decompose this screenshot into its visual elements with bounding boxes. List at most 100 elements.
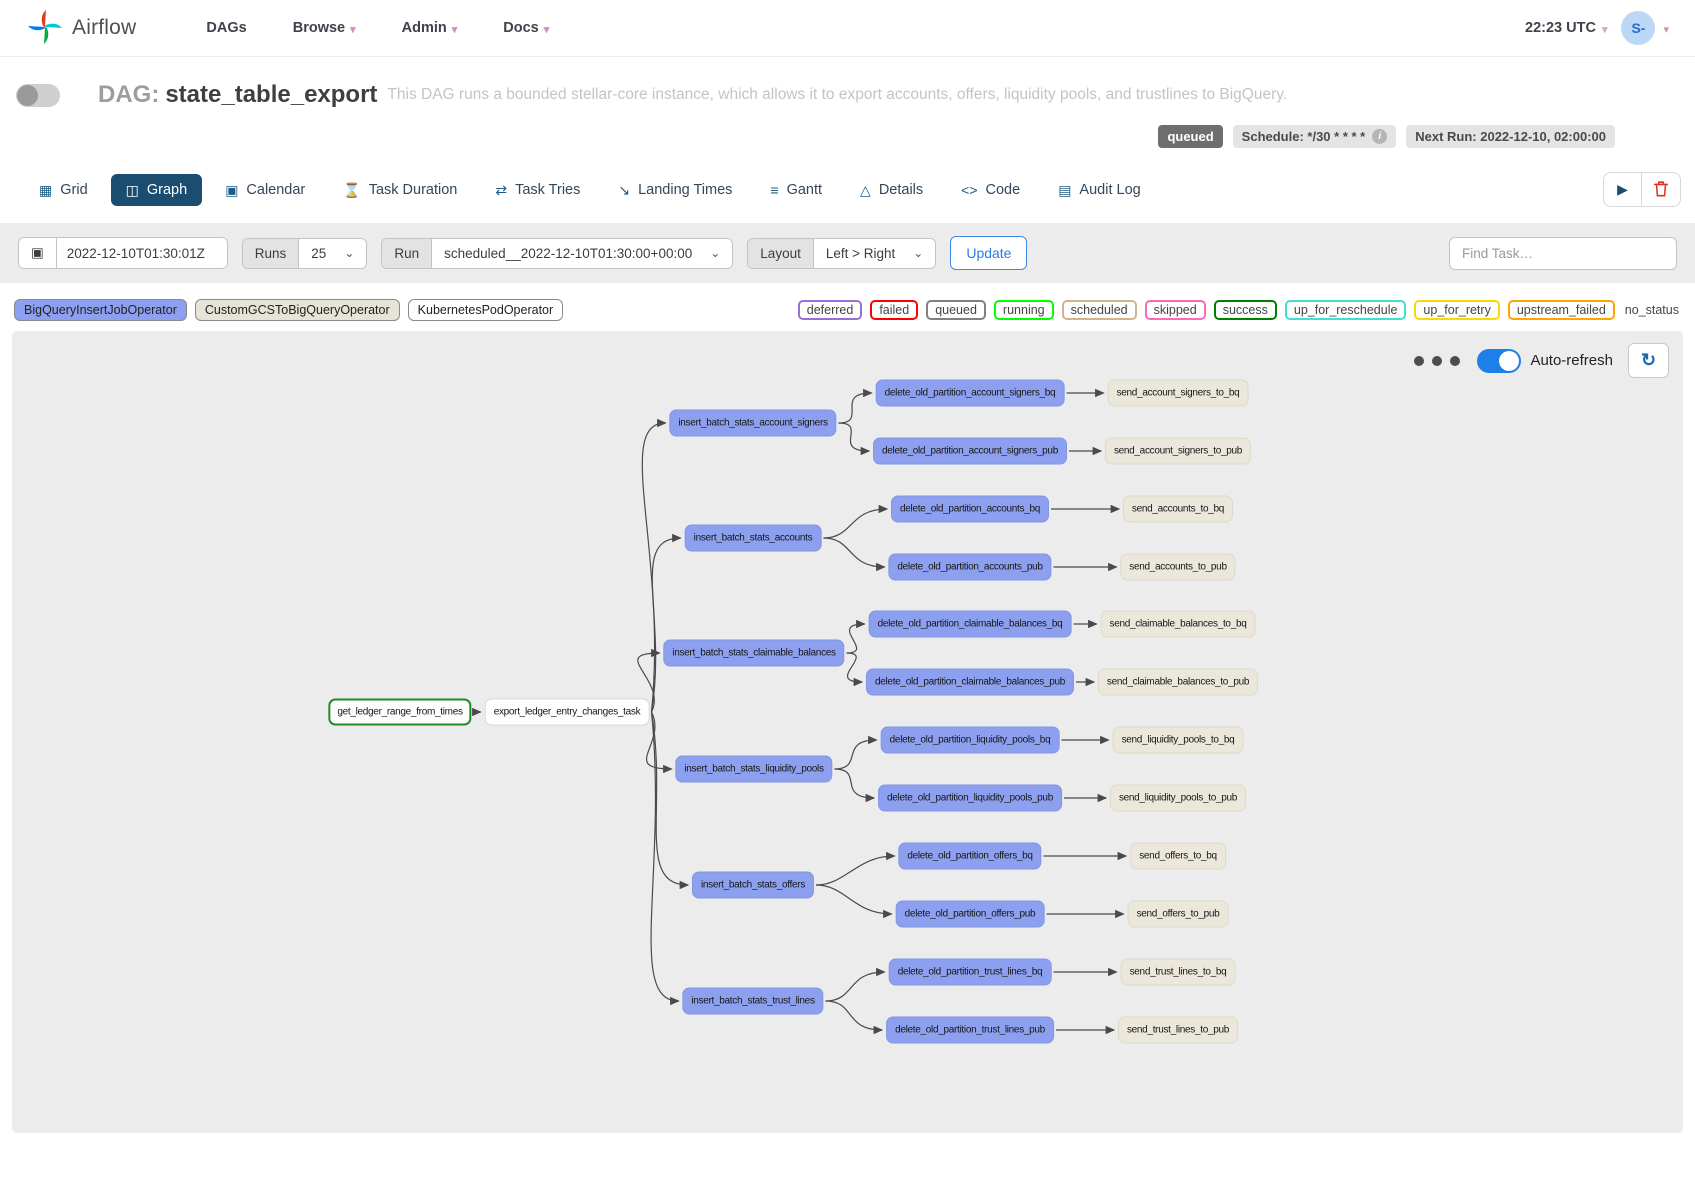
tab-label: Grid bbox=[60, 182, 87, 198]
tab-task-tries[interactable]: ⇄Task Tries bbox=[480, 174, 595, 206]
task-node[interactable]: insert_batch_stats_offers bbox=[692, 872, 814, 899]
dag-pause-toggle[interactable] bbox=[16, 84, 60, 107]
state-legend-badge[interactable]: deferred bbox=[798, 300, 863, 320]
legend-row: BigQueryInsertJobOperator CustomGCSToBigQ… bbox=[0, 283, 1695, 331]
state-legend-badge[interactable]: scheduled bbox=[1062, 300, 1137, 320]
loading-dot bbox=[1450, 356, 1460, 366]
task-node[interactable]: delete_old_partition_liquidity_pools_bq bbox=[881, 727, 1060, 754]
update-button[interactable]: Update bbox=[950, 236, 1027, 270]
tab-gantt[interactable]: ≡Gantt bbox=[755, 174, 837, 206]
dag-title-row: DAG:state_table_export This DAG runs a b… bbox=[0, 57, 1695, 115]
schedule-label: Schedule: */30 * * * * bbox=[1242, 129, 1366, 144]
task-node[interactable]: send_trust_lines_to_pub bbox=[1118, 1017, 1238, 1044]
task-node[interactable]: delete_old_partition_trust_lines_bq bbox=[889, 959, 1052, 986]
tab-label: Task Tries bbox=[515, 182, 580, 198]
header-right: 22:23 UTC ▾ S- ▾ bbox=[1525, 11, 1669, 45]
layout-select[interactable]: Left > Right ⌄ bbox=[814, 239, 935, 268]
task-node[interactable]: send_claimable_balances_to_bq bbox=[1101, 611, 1256, 638]
state-legend-badge[interactable]: running bbox=[994, 300, 1054, 320]
runs-group: Runs 25 ⌄ bbox=[242, 238, 368, 269]
task-node[interactable]: send_accounts_to_bq bbox=[1123, 496, 1233, 523]
graph-filter-bar: ▣ Runs 25 ⌄ Run scheduled__2022-12-10T01… bbox=[0, 223, 1695, 283]
task-node[interactable]: send_liquidity_pools_to_pub bbox=[1110, 785, 1246, 812]
task-node[interactable]: delete_old_partition_offers_bq bbox=[898, 843, 1041, 870]
tab-calendar[interactable]: ▣Calendar bbox=[210, 174, 320, 206]
task-node[interactable]: delete_old_partition_accounts_bq bbox=[891, 496, 1049, 523]
task-node[interactable]: delete_old_partition_accounts_pub bbox=[888, 554, 1051, 581]
task-node[interactable]: delete_old_partition_account_signers_bq bbox=[876, 380, 1065, 407]
run-label: Run bbox=[382, 239, 432, 268]
gantt-icon: ≡ bbox=[770, 183, 778, 197]
task-node[interactable]: send_account_signers_to_pub bbox=[1105, 438, 1251, 465]
graph-edge bbox=[835, 769, 875, 798]
schedule-badge[interactable]: Schedule: */30 * * * * i bbox=[1233, 125, 1397, 148]
task-node[interactable]: delete_old_partition_account_signers_pub bbox=[873, 438, 1067, 465]
find-task-input[interactable] bbox=[1449, 237, 1677, 270]
task-node[interactable]: insert_batch_stats_liquidity_pools bbox=[675, 756, 832, 783]
task-node[interactable]: send_accounts_to_pub bbox=[1120, 554, 1235, 581]
state-legend-badge[interactable]: up_for_retry bbox=[1414, 300, 1499, 320]
task-node[interactable]: delete_old_partition_offers_pub bbox=[896, 901, 1045, 928]
refresh-button[interactable]: ↻ bbox=[1628, 343, 1669, 378]
tab-label: Graph bbox=[147, 182, 187, 198]
operator-legend-badge[interactable]: BigQueryInsertJobOperator bbox=[14, 299, 187, 321]
tab-audit-log[interactable]: ▤Audit Log bbox=[1043, 174, 1156, 206]
run-group: Run scheduled__2022-12-10T01:30:00+00:00… bbox=[381, 238, 733, 269]
nav-item-admin[interactable]: Admin▾ bbox=[402, 20, 458, 36]
task-node[interactable]: delete_old_partition_trust_lines_pub bbox=[886, 1017, 1054, 1044]
task-node[interactable]: insert_batch_stats_account_signers bbox=[669, 410, 836, 437]
task-node[interactable]: delete_old_partition_liquidity_pools_pub bbox=[878, 785, 1062, 812]
graph-edges bbox=[12, 331, 1683, 1133]
task-node[interactable]: insert_batch_stats_trust_lines bbox=[682, 988, 823, 1015]
graph-icon: ◫ bbox=[126, 183, 139, 197]
operator-legend-badge[interactable]: KubernetesPodOperator bbox=[408, 299, 564, 321]
runs-select[interactable]: 25 ⌄ bbox=[299, 239, 366, 268]
tab-landing-times[interactable]: ↘Landing Times bbox=[603, 174, 747, 206]
base-date-input[interactable] bbox=[57, 238, 227, 268]
nav-item-label: Admin bbox=[402, 20, 447, 36]
task-node[interactable]: send_liquidity_pools_to_bq bbox=[1113, 727, 1244, 754]
auto-refresh-toggle[interactable] bbox=[1477, 349, 1521, 373]
chevron-down-icon: ▾ bbox=[1602, 23, 1608, 36]
nav-item-browse[interactable]: Browse▾ bbox=[293, 20, 356, 36]
airflow-brand[interactable]: Airflow bbox=[26, 7, 136, 50]
task-node[interactable]: send_offers_to_bq bbox=[1130, 843, 1226, 870]
task-node[interactable]: send_account_signers_to_bq bbox=[1108, 380, 1249, 407]
tab-grid[interactable]: ▦Grid bbox=[24, 174, 103, 206]
tabs-group: ▦Grid ◫ Graph ▣Calendar⌛Task Duration⇄Task … bbox=[24, 174, 1156, 206]
task-node[interactable]: insert_batch_stats_claimable_balances bbox=[663, 640, 844, 667]
user-menu[interactable]: S- ▾ bbox=[1621, 11, 1669, 45]
state-legend-badge[interactable]: queued bbox=[926, 300, 986, 320]
task-node[interactable]: insert_batch_stats_accounts bbox=[685, 525, 822, 552]
tab-code[interactable]: <>Code bbox=[946, 174, 1035, 206]
next-run-label: Next Run: 2022-12-10, 02:00:00 bbox=[1415, 129, 1606, 144]
calendar-icon[interactable]: ▣ bbox=[19, 238, 57, 268]
operator-legend-badge[interactable]: CustomGCSToBigQueryOperator bbox=[195, 299, 400, 321]
task-node[interactable]: export_ledger_entry_changes_task bbox=[485, 699, 650, 726]
task-node[interactable]: get_ledger_range_from_times bbox=[328, 699, 471, 726]
state-legend-badge[interactable]: upstream_failed bbox=[1508, 300, 1615, 320]
state-legend-badge[interactable]: skipped bbox=[1145, 300, 1206, 320]
task-node[interactable]: send_claimable_balances_to_pub bbox=[1098, 669, 1258, 696]
task-duration-icon: ⌛ bbox=[343, 183, 360, 197]
graph-edge bbox=[642, 423, 665, 712]
dag-label: DAG: bbox=[98, 81, 159, 108]
state-legend-badge[interactable]: no_status bbox=[1623, 302, 1681, 318]
clock-dropdown[interactable]: 22:23 UTC ▾ bbox=[1525, 20, 1607, 36]
nav-item-dags[interactable]: DAGs bbox=[206, 20, 246, 36]
tab-graph[interactable]: ◫ Graph bbox=[111, 174, 203, 206]
task-node[interactable]: delete_old_partition_claimable_balances_… bbox=[866, 669, 1074, 696]
state-legend-badge[interactable]: success bbox=[1214, 300, 1277, 320]
dag-graph-canvas[interactable]: get_ledger_range_from_times export_ledger… bbox=[12, 331, 1683, 1133]
delete-dag-button[interactable] bbox=[1642, 172, 1681, 207]
task-node[interactable]: delete_old_partition_claimable_balances_… bbox=[869, 611, 1072, 638]
task-node[interactable]: send_offers_to_pub bbox=[1128, 901, 1229, 928]
state-legend-badge[interactable]: up_for_reschedule bbox=[1285, 300, 1407, 320]
state-legend-badge[interactable]: failed bbox=[870, 300, 918, 320]
task-node[interactable]: send_trust_lines_to_bq bbox=[1121, 959, 1236, 986]
trigger-dag-button[interactable]: ▶ bbox=[1603, 172, 1642, 207]
tab-task-duration[interactable]: ⌛Task Duration bbox=[328, 174, 472, 206]
nav-item-docs[interactable]: Docs▾ bbox=[503, 20, 549, 36]
tab-details[interactable]: △Details bbox=[845, 174, 938, 206]
run-select[interactable]: scheduled__2022-12-10T01:30:00+00:00 ⌄ bbox=[432, 239, 732, 268]
